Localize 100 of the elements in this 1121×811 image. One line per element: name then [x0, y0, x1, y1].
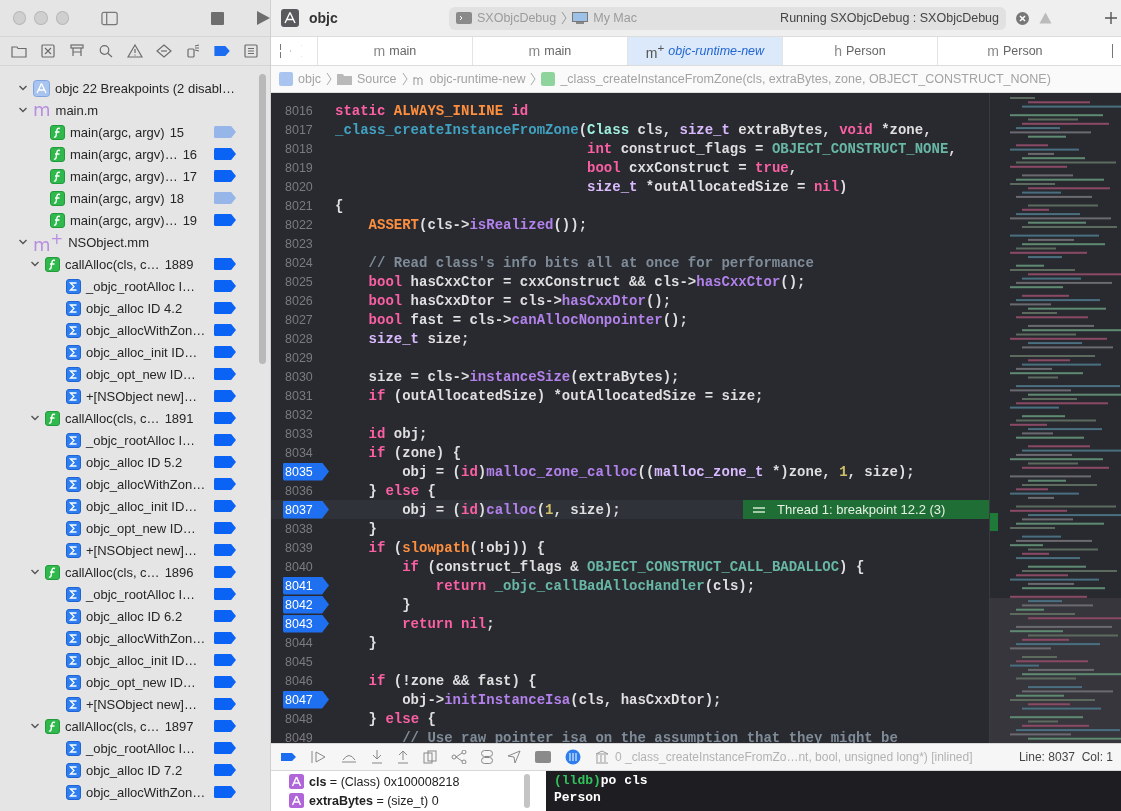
breakpoint-label[interactable]: +[NSObject new]…: [86, 388, 197, 404]
breakpoint-toggle[interactable]: [214, 192, 236, 204]
step-into-icon[interactable]: [371, 750, 383, 764]
breakpoint-toggle[interactable]: [214, 214, 236, 226]
breakpoint-toggle[interactable]: [214, 280, 236, 292]
graph-icon[interactable]: [451, 750, 467, 764]
breakpoint-toggle[interactable]: [214, 764, 236, 776]
spray-icon[interactable]: [185, 44, 202, 58]
disclosure-icon[interactable]: [30, 721, 40, 731]
breakpoint-label[interactable]: _objc_rootAlloc I…: [86, 278, 196, 294]
close-icon[interactable]: [1016, 11, 1029, 25]
disclosure-icon[interactable]: [30, 413, 40, 423]
breakpoint-label[interactable]: callAlloc(cls, c…: [65, 718, 160, 734]
breakpoint-toggle[interactable]: [214, 478, 236, 490]
breakpoint-toggle[interactable]: [214, 566, 236, 578]
file-name[interactable]: main.m: [55, 102, 99, 118]
step-out-icon[interactable]: [397, 750, 409, 764]
breakpoint-label[interactable]: main(argc, argv)…: [70, 168, 178, 184]
breakpoint-label[interactable]: _objc_rootAlloc I…: [86, 740, 196, 756]
breakpoint-label[interactable]: objc_allocWithZon…: [86, 322, 206, 338]
breakpoint-label[interactable]: callAlloc(cls, c…: [65, 256, 160, 272]
editor-tab[interactable]: m main: [316, 37, 472, 65]
disclosure-icon[interactable]: [18, 105, 28, 115]
hierarchy-icon[interactable]: [68, 44, 85, 58]
breakpoint-toggle[interactable]: [214, 632, 236, 644]
breakpoint-label[interactable]: objc_alloc_init ID…: [86, 498, 198, 514]
breakpoint-toggle[interactable]: [214, 610, 236, 622]
breakpoint-label[interactable]: objc_alloc_init ID…: [86, 344, 198, 360]
layers-icon[interactable]: [423, 750, 437, 764]
breakpoint-label[interactable]: callAlloc(cls, c…: [65, 564, 160, 580]
breakpoint-marker[interactable]: 8041: [283, 576, 329, 595]
breakpoint-label[interactable]: objc_alloc ID 6.2: [86, 608, 183, 624]
breakpoint-marker[interactable]: 8035: [283, 462, 329, 481]
breakpoint-label[interactable]: callAlloc(cls, c…: [65, 410, 160, 426]
breakpoint-label[interactable]: objc_opt_new ID…: [86, 520, 196, 536]
breakpoint-toggle[interactable]: [214, 258, 236, 270]
file-name[interactable]: NSObject.mm: [68, 234, 150, 250]
editor-tab[interactable]: m main: [471, 37, 627, 65]
breakpoint-toggle[interactable]: [214, 742, 236, 754]
breakpoint-label[interactable]: objc_opt_new ID…: [86, 366, 196, 382]
breakpoint-label[interactable]: objc_alloc ID 4.2: [86, 300, 183, 316]
minimap-drawing[interactable]: [989, 93, 1121, 743]
breakpoint-label[interactable]: _objc_rootAlloc I…: [86, 432, 196, 448]
breakpoint-toggle[interactable]: [214, 500, 236, 512]
breakpoint-marker[interactable]: 8043: [283, 614, 329, 633]
breakpoint-toggle[interactable]: [214, 588, 236, 600]
editor-tab[interactable]: m$^{+}$ objc-runtime-new: [626, 37, 782, 65]
breakpoint-label[interactable]: objc_allocWithZon…: [86, 630, 206, 646]
disclosure-icon[interactable]: [30, 259, 40, 269]
breakpoint-toggle[interactable]: [214, 434, 236, 446]
breakpoint-label[interactable]: +[NSObject new]…: [86, 542, 197, 558]
breakpoint-toggle[interactable]: [214, 412, 236, 424]
breakpoint-marker[interactable]: 8042: [283, 595, 329, 614]
breakpoint-label[interactable]: objc_allocWithZon…: [86, 476, 206, 492]
breakpoint-toggle[interactable]: [214, 390, 236, 402]
editor-tab[interactable]: h Person: [781, 37, 937, 65]
search-icon[interactable]: [97, 44, 114, 58]
continue-icon[interactable]: [311, 751, 327, 763]
breakpoint-toggle[interactable]: [214, 324, 236, 336]
breakpoint-toggle[interactable]: [214, 676, 236, 688]
breakpoint-label[interactable]: _objc_rootAlloc I…: [86, 586, 196, 602]
warning-icon[interactable]: [127, 44, 143, 58]
breakpoint-toggle[interactable]: [214, 786, 236, 798]
disclosure-icon[interactable]: [18, 237, 28, 247]
breakpoint-toggle[interactable]: [214, 698, 236, 710]
breakpoint-toggle[interactable]: [214, 148, 236, 160]
stop-icon[interactable]: [211, 11, 224, 25]
breakpoint-toggle[interactable]: [214, 456, 236, 468]
toggle-icon[interactable]: [481, 750, 493, 764]
breakpoint-label[interactable]: objc_opt_new ID…: [86, 674, 196, 690]
breakpoint-toggle[interactable]: [214, 544, 236, 556]
scrollbar[interactable]: [524, 774, 530, 808]
disclosure-icon[interactable]: [18, 83, 28, 93]
breakpoint-label[interactable]: +[NSObject new]…: [86, 696, 197, 712]
breakpoint-label[interactable]: main(argc, argv)…: [70, 212, 178, 228]
breakpoint-toggle[interactable]: [214, 170, 236, 182]
breakpoint-toggle[interactable]: [214, 302, 236, 314]
breakpoint-marker[interactable]: 8047: [283, 690, 329, 709]
breakpoint-label[interactable]: objc_alloc ID 7.2: [86, 762, 183, 778]
breakpoint-label[interactable]: objc_alloc ID 5.2: [86, 454, 183, 470]
xbox-icon[interactable]: [39, 44, 56, 58]
variable-value[interactable]: cls = (Class) 0x100008218: [309, 774, 460, 789]
breakpoint-label[interactable]: main(argc, argv): [70, 124, 165, 140]
disclosure-icon[interactable]: [30, 567, 40, 577]
sidebar-toggle-icon[interactable]: [101, 10, 119, 26]
editor-tab[interactable]: m Person: [936, 37, 1092, 65]
breakpoint-label[interactable]: objc_allocWithZon…: [86, 784, 206, 800]
breakpoint-icon[interactable]: [214, 44, 231, 58]
report-icon[interactable]: [243, 44, 260, 58]
diamond-icon[interactable]: [156, 44, 173, 58]
location-icon[interactable]: [507, 750, 521, 764]
variable-value[interactable]: extraBytes = (size_t) 0: [309, 793, 439, 808]
breakpoints-toggle-icon[interactable]: [281, 752, 297, 762]
breakpoint-toggle[interactable]: [214, 654, 236, 666]
breakpoint-toggle[interactable]: [214, 368, 236, 380]
breakpoint-label[interactable]: objc_alloc_init ID…: [86, 652, 198, 668]
breakpoint-label[interactable]: main(argc, argv): [70, 190, 165, 206]
folder-icon[interactable]: [10, 44, 27, 58]
breakpoint-toggle[interactable]: [214, 522, 236, 534]
breakpoint-toggle[interactable]: [214, 720, 236, 732]
